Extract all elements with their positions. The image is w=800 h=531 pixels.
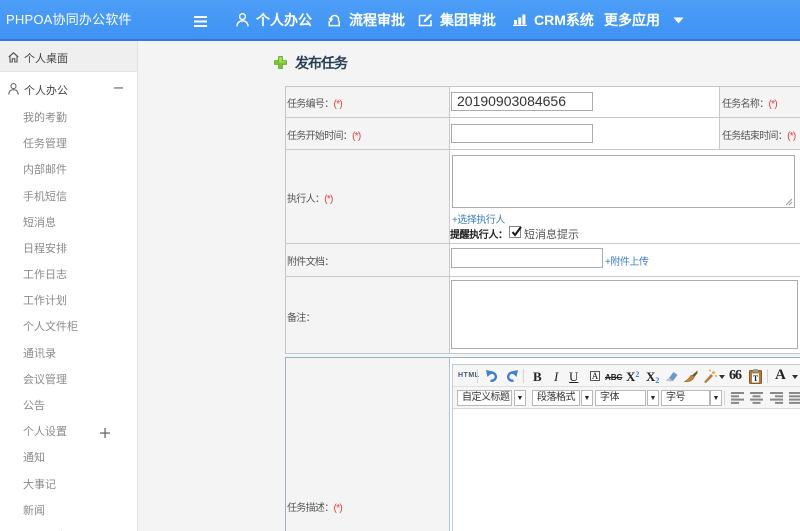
svg-text:T: T	[753, 374, 759, 383]
